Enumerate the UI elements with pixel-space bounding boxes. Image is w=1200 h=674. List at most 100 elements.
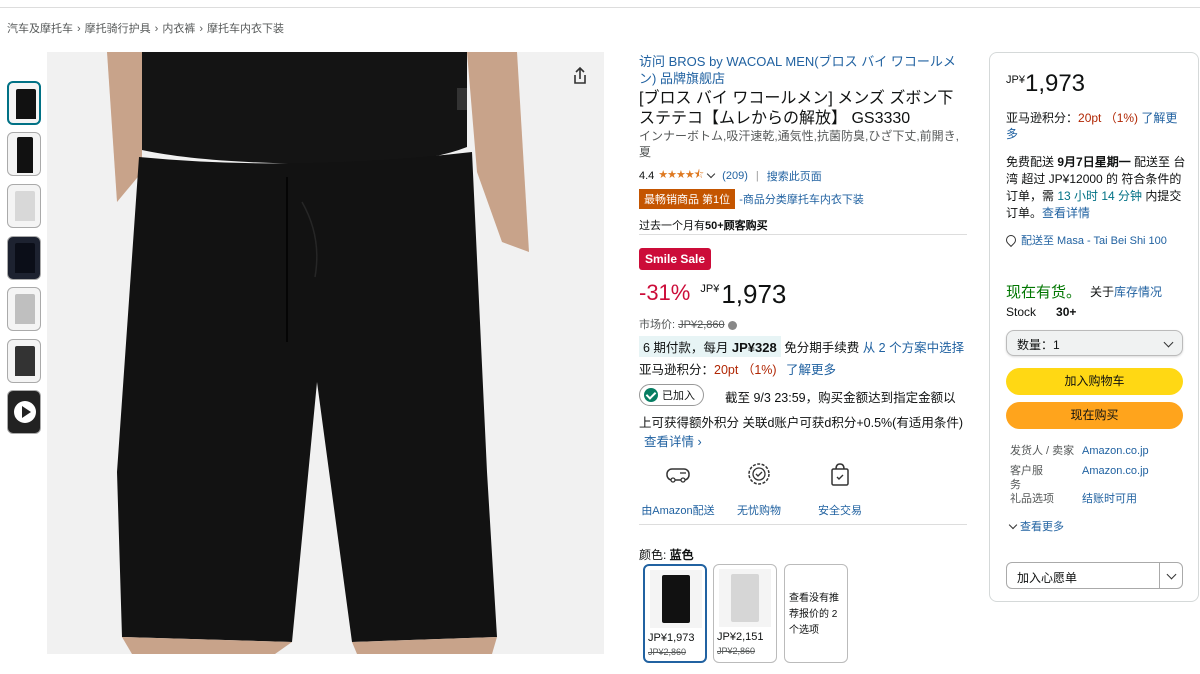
gift-options-label: 礼品选项 bbox=[1010, 493, 1054, 505]
chevron-down-icon bbox=[1163, 337, 1174, 348]
currency-symbol: JP¥ bbox=[700, 283, 720, 295]
bestseller-row: 最畅销商品 第1位 -商品分类摩托车内衣下装 bbox=[639, 189, 864, 209]
chevron-down-icon[interactable] bbox=[706, 169, 716, 179]
thumbnail-5[interactable] bbox=[7, 287, 41, 331]
divider bbox=[639, 524, 967, 525]
video-thumbnail[interactable] bbox=[7, 390, 41, 434]
points-learn-more-link[interactable]: 了解更多 bbox=[786, 363, 836, 377]
thumbnail-2[interactable] bbox=[7, 132, 41, 176]
color-label-prefix: 颜色: bbox=[639, 548, 670, 562]
breadcrumb-item[interactable]: 汽车及摩托车 bbox=[7, 23, 73, 35]
bought-suffix: 顾客购买 bbox=[723, 220, 768, 232]
breadcrumb-item[interactable]: 摩托车内衣下装 bbox=[207, 23, 284, 35]
color-swatch-grey[interactable]: JP¥2,151 JP¥2,860 bbox=[713, 564, 777, 663]
breadcrumb-item[interactable]: 内衣裤 bbox=[162, 23, 195, 35]
delivery-details-link[interactable]: 查看详情 bbox=[1042, 206, 1090, 220]
swatch-price: JP¥1,973 bbox=[648, 632, 695, 644]
swatch-list-price: JP¥2,860 bbox=[717, 646, 756, 656]
rating-row: 4.4 ★★★★⯪ (209) | 搜索此页面 bbox=[639, 166, 822, 185]
list-price: 市场价: JP¥2,860 bbox=[639, 316, 737, 332]
buy-now-button[interactable]: 现在购买 bbox=[1006, 402, 1183, 429]
main-product-image[interactable] bbox=[47, 52, 604, 654]
color-swatch-blue[interactable]: JP¥1,973 JP¥2,860 bbox=[643, 564, 707, 663]
chevron-down-icon[interactable] bbox=[1166, 569, 1177, 580]
joined-badge[interactable]: 已加入 bbox=[639, 384, 704, 406]
stock-info-link[interactable]: 库存情况 bbox=[1114, 285, 1162, 299]
thumbnail-4[interactable] bbox=[7, 236, 41, 280]
stock-count: 30+ bbox=[1056, 305, 1077, 319]
list-price-label: 市场价: bbox=[639, 319, 679, 331]
rating-separator: | bbox=[755, 169, 759, 182]
points-row: 亚马逊积分：20pt （1%) 了解更多 bbox=[639, 359, 836, 378]
search-page-link[interactable]: 搜索此页面 bbox=[767, 168, 822, 184]
rating-value: 4.4 bbox=[639, 169, 655, 182]
thumbnail-6[interactable] bbox=[7, 339, 41, 383]
divider bbox=[639, 234, 967, 235]
installment-fee-text: 免分期手续费 bbox=[780, 341, 863, 355]
bestseller-category-link[interactable]: -商品分类摩托车内衣下装 bbox=[739, 191, 864, 207]
share-icon[interactable] bbox=[570, 66, 590, 86]
gift-options-value: 结账时可用 bbox=[1082, 493, 1137, 505]
badge-check-icon bbox=[745, 460, 773, 488]
play-icon bbox=[14, 401, 36, 423]
deal-badge: Smile Sale bbox=[639, 248, 712, 270]
add-to-cart-button[interactable]: 加入购物车 bbox=[1006, 368, 1183, 395]
delivery-date: 9月7日星期一 bbox=[1057, 155, 1131, 169]
swatch-price: JP¥2,151 bbox=[717, 631, 764, 643]
discount-percent: -31% bbox=[639, 280, 691, 305]
breadcrumb-separator: › bbox=[154, 23, 159, 35]
delivery-location[interactable]: 配送至 Masa - Tai Bei Shi 100 bbox=[1006, 234, 1186, 249]
installment-highlight: 6 期付款，每月 JP¥328 bbox=[639, 336, 781, 357]
rating-count-link[interactable]: (209) bbox=[722, 170, 748, 182]
customer-service-label: 客户服务 bbox=[1010, 465, 1043, 491]
stock-label: Stock bbox=[1006, 305, 1037, 319]
quantity-value: 1 bbox=[1053, 338, 1060, 352]
breadcrumb-item[interactable]: 摩托骑行护具 bbox=[85, 23, 151, 35]
top-divider bbox=[0, 7, 1200, 8]
bestseller-badge[interactable]: 最畅销商品 第1位 bbox=[639, 189, 736, 209]
feature-label: 无忧购物 bbox=[737, 505, 781, 517]
promo-details-link[interactable]: 查看详情 › bbox=[644, 431, 702, 450]
promo-text-2: 上可获得额外积分 关联d账户可获d积分+0.5%(有适用条件) bbox=[639, 416, 963, 430]
points-value: 20pt （1%) bbox=[714, 363, 777, 377]
color-selected-value: 蓝色 bbox=[669, 548, 694, 562]
stock-info-prefix: 关于 bbox=[1090, 285, 1115, 299]
chevron-down-icon bbox=[1008, 520, 1018, 530]
stock-info: 关于库存情况 bbox=[1090, 283, 1162, 300]
feature-amazon-delivery[interactable]: 由Amazon配送 bbox=[638, 460, 718, 518]
see-more-toggle[interactable]: 查看更多 bbox=[1008, 518, 1064, 534]
checkmark-icon bbox=[644, 388, 658, 402]
delivery-info: 免费配送 9月7日星期一 配送至 台湾 超过 JP¥12000 的 符合条件的订… bbox=[1006, 154, 1186, 222]
add-to-wishlist-button[interactable]: 加入心愿单 bbox=[1006, 562, 1183, 589]
seller-label: 发货人 / 卖家 bbox=[1010, 445, 1075, 457]
quantity-label: 数量： bbox=[1017, 338, 1054, 352]
location-pin-icon bbox=[1006, 235, 1016, 247]
delivery-countdown: 13 小时 14 分钟 bbox=[1057, 189, 1143, 203]
star-rating-icon[interactable]: ★★★★⯪ bbox=[658, 166, 704, 185]
product-photo-pants bbox=[47, 52, 604, 654]
delivery-text: 免费配送 bbox=[1006, 155, 1058, 169]
buybox-price: JP¥ 1,973 bbox=[1006, 70, 1085, 98]
more-options-swatch[interactable]: 查看没有推荐报价的 2 个选项 bbox=[784, 564, 848, 663]
product-subtitle: インナーボトム,吸汗速乾,通気性,抗菌防臭,ひざ下丈,前開き,夏 bbox=[639, 129, 960, 159]
installment-row: 6 期付款，每月 JP¥328 免分期手续费 从 2 个方案中选择 bbox=[639, 336, 964, 357]
bought-count: 过去一个月有50+顾客购买 bbox=[639, 217, 768, 233]
feature-secure-transaction[interactable]: 安全交易 bbox=[800, 460, 880, 518]
seller-value-link[interactable]: Amazon.co.jp bbox=[1082, 444, 1149, 458]
price-value: 1,973 bbox=[721, 279, 787, 309]
info-icon[interactable] bbox=[727, 320, 737, 330]
swatch-list-price: JP¥2,860 bbox=[648, 647, 687, 657]
brand-store-link[interactable]: 访问 BROS by WACOAL MEN(ブロス バイ ワコールメン) 品牌旗… bbox=[639, 53, 969, 87]
installment-text: 6 期付款，每月 bbox=[643, 341, 732, 355]
customer-service-link[interactable]: Amazon.co.jp bbox=[1082, 464, 1149, 478]
breadcrumb: 汽车及摩托车 › 摩托骑行护具 › 内衣裤 › 摩托车内衣下装 bbox=[7, 20, 284, 36]
breadcrumb-separator: › bbox=[77, 23, 81, 35]
wishlist-divider bbox=[1159, 563, 1160, 588]
installment-amount: JP¥328 bbox=[731, 340, 777, 355]
installment-plans-link[interactable]: 从 2 个方案中选择 bbox=[863, 337, 964, 356]
thumbnail-1[interactable] bbox=[7, 81, 41, 125]
quantity-select[interactable]: 数量：1 bbox=[1006, 330, 1183, 356]
points-label: 亚马逊积分： bbox=[1006, 111, 1079, 125]
thumbnail-3[interactable] bbox=[7, 184, 41, 228]
feature-worry-free[interactable]: 无忧购物 bbox=[719, 460, 799, 518]
